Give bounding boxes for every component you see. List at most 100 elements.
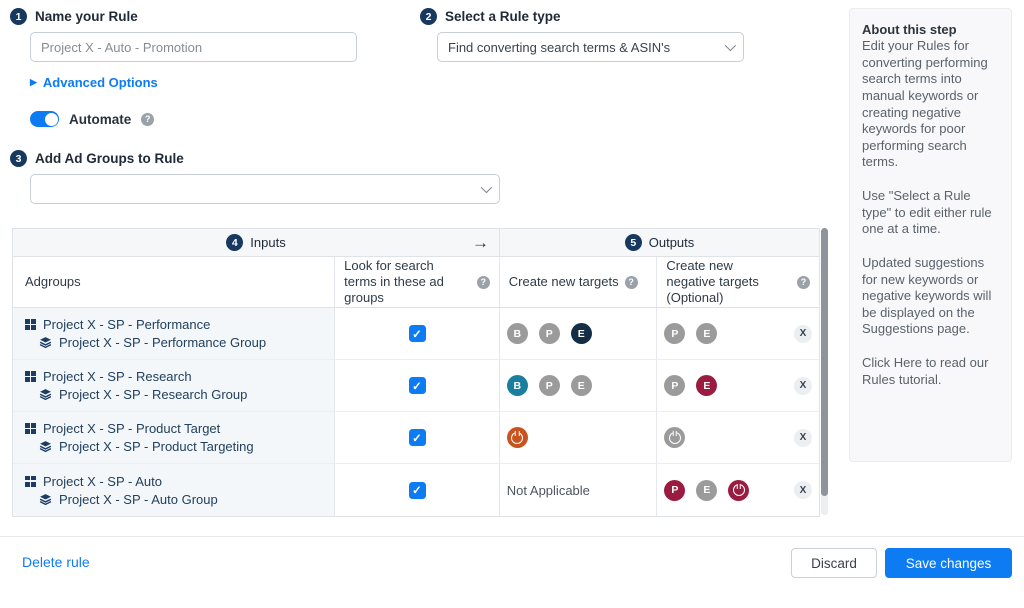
- negatives-cell: X: [657, 412, 819, 463]
- advanced-options-label: Advanced Options: [43, 75, 158, 90]
- badge-b[interactable]: B: [507, 323, 528, 344]
- add-adgroups-select[interactable]: [30, 174, 500, 204]
- step2-number-badge: 2: [420, 8, 437, 25]
- col-header-negatives-label: Create new negative targets (Optional): [666, 258, 782, 307]
- advanced-options-link[interactable]: ▶ Advanced Options: [30, 75, 158, 90]
- table-row: Project X - SP - Research Project X - SP…: [13, 360, 819, 412]
- adgroup-group-name: Project X - SP - Auto Group: [59, 492, 218, 507]
- negatives-badges: PE: [664, 480, 749, 501]
- search-terms-cell: [335, 360, 500, 411]
- discard-button[interactable]: Discard: [791, 548, 877, 578]
- layers-icon: [39, 388, 52, 401]
- search-terms-cell: [335, 464, 500, 516]
- adgroups-table: 4 Inputs → 5 Outputs Adgroups Look for s…: [12, 228, 820, 517]
- step1-number-badge: 1: [10, 8, 27, 25]
- badge-p[interactable]: P: [664, 323, 685, 344]
- badge-p[interactable]: P: [539, 375, 560, 396]
- adgroup-grid-icon: [25, 476, 36, 487]
- badge-e[interactable]: E: [571, 323, 592, 344]
- adgroup-name: Project X - SP - Auto: [43, 474, 162, 489]
- adgroup-group-name: Project X - SP - Product Targeting: [59, 439, 254, 454]
- footer-divider: [0, 536, 1024, 537]
- negatives-help-icon[interactable]: [797, 276, 810, 289]
- targets-help-icon[interactable]: [625, 276, 638, 289]
- arrow-right-icon: →: [472, 233, 489, 253]
- col-header-negatives: Create new negative targets (Optional): [657, 257, 819, 307]
- adgroup-cell: Project X - SP - Research Project X - SP…: [13, 360, 335, 411]
- rule-type-select[interactable]: Find converting search terms & ASIN's: [437, 32, 744, 62]
- chevron-down-icon: [725, 40, 736, 51]
- automate-label: Automate: [69, 112, 131, 127]
- layers-icon: [39, 336, 52, 349]
- remove-row-button[interactable]: X: [794, 325, 812, 343]
- badge-p[interactable]: P: [664, 480, 685, 501]
- adgroup-cell: Project X - SP - Auto Project X - SP - A…: [13, 464, 335, 516]
- badge-e[interactable]: E: [696, 323, 717, 344]
- remove-row-button[interactable]: X: [794, 429, 812, 447]
- automate-row: Automate: [30, 111, 154, 127]
- adgroup-cell: Project X - SP - Product Target Project …: [13, 412, 335, 463]
- about-paragraph-3: Updated suggestions for new keywords or …: [862, 255, 999, 338]
- negatives-cell: PE X: [657, 308, 819, 359]
- targets-cell: BPE: [500, 360, 658, 411]
- badge-p[interactable]: P: [664, 375, 685, 396]
- step2-section: 2 Select a Rule type Find converting sea…: [420, 8, 750, 62]
- badge-e[interactable]: E: [696, 480, 717, 501]
- adgroup-name: Project X - SP - Research: [43, 369, 192, 384]
- adgroup-cell: Project X - SP - Performance Project X -…: [13, 308, 335, 359]
- layers-icon: [39, 493, 52, 506]
- search-terms-checkbox[interactable]: [409, 429, 426, 446]
- remove-row-button[interactable]: X: [794, 481, 812, 499]
- delete-rule-link[interactable]: Delete rule: [22, 554, 90, 570]
- table-scrollbar-thumb[interactable]: [821, 228, 828, 496]
- about-paragraph-1: Edit your Rules for converting performin…: [862, 38, 999, 171]
- rule-name-input[interactable]: [30, 32, 357, 62]
- remove-row-button[interactable]: X: [794, 377, 812, 395]
- search-terms-cell: [335, 308, 500, 359]
- col-header-search-terms: Look for search terms in these ad groups: [335, 257, 500, 307]
- about-panel: About this step Edit your Rules for conv…: [849, 8, 1012, 462]
- badge-e[interactable]: E: [571, 375, 592, 396]
- search-terms-help-icon[interactable]: [477, 276, 490, 289]
- step3-section: 3 Add Ad Groups to Rule: [10, 150, 530, 204]
- targets-cell: [500, 412, 658, 463]
- save-changes-button[interactable]: Save changes: [885, 548, 1012, 578]
- negatives-badges: PE: [664, 323, 717, 344]
- search-terms-cell: [335, 412, 500, 463]
- search-terms-checkbox[interactable]: [409, 325, 426, 342]
- col-header-adgroups-label: Adgroups: [25, 274, 81, 290]
- table-row: Project X - SP - Auto Project X - SP - A…: [13, 464, 819, 516]
- col-header-targets-label: Create new targets: [509, 274, 619, 290]
- step3-number-badge: 3: [10, 150, 27, 167]
- automate-help-icon[interactable]: [141, 113, 154, 126]
- about-paragraph-4: Click Here to read our Rules tutorial.: [862, 355, 999, 388]
- adgroup-group-name: Project X - SP - Performance Group: [59, 335, 266, 350]
- about-title: About this step: [862, 22, 999, 37]
- table-scrollbar-track[interactable]: [821, 228, 828, 515]
- outputs-group-header: 5 Outputs: [500, 229, 819, 256]
- adgroup-name: Project X - SP - Performance: [43, 317, 210, 332]
- step3-label: Add Ad Groups to Rule: [35, 151, 184, 166]
- table-body: Project X - SP - Performance Project X -…: [13, 308, 819, 516]
- automate-toggle[interactable]: [30, 111, 59, 127]
- about-paragraph-2: Use "Select a Rule type" to edit either …: [862, 188, 999, 238]
- table-column-headers: Adgroups Look for search terms in these …: [13, 257, 819, 308]
- badge-b[interactable]: B: [507, 375, 528, 396]
- target-circle-icon[interactable]: [507, 427, 528, 448]
- search-terms-checkbox[interactable]: [409, 377, 426, 394]
- target-circle-icon[interactable]: [664, 427, 685, 448]
- targets-cell: BPE: [500, 308, 658, 359]
- search-terms-checkbox[interactable]: [409, 482, 426, 499]
- negatives-badges: PE: [664, 375, 717, 396]
- targets-cell: Not Applicable: [500, 464, 658, 516]
- step1-label: Name your Rule: [35, 9, 138, 24]
- badge-p[interactable]: P: [539, 323, 560, 344]
- badge-e[interactable]: E: [696, 375, 717, 396]
- rule-type-value: Find converting search terms & ASIN's: [448, 40, 670, 55]
- inputs-label: Inputs: [250, 235, 285, 250]
- col-header-targets: Create new targets: [500, 257, 658, 307]
- target-circle-icon[interactable]: [728, 480, 749, 501]
- negatives-badges: [664, 427, 685, 448]
- not-applicable-text: Not Applicable: [507, 483, 590, 498]
- adgroup-grid-icon: [25, 319, 36, 330]
